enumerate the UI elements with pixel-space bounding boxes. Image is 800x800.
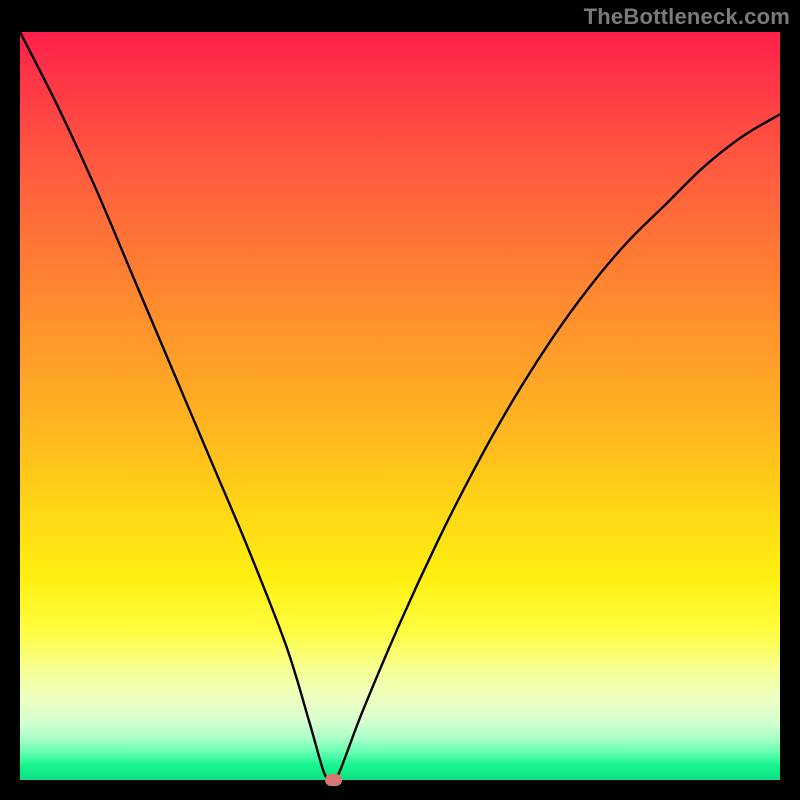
watermark-text: TheBottleneck.com	[584, 4, 790, 30]
plot-area	[18, 30, 782, 782]
curve-svg	[20, 32, 780, 780]
bottleneck-curve-path	[20, 32, 780, 780]
chart-frame: TheBottleneck.com	[0, 0, 800, 800]
minimum-marker	[325, 774, 342, 786]
